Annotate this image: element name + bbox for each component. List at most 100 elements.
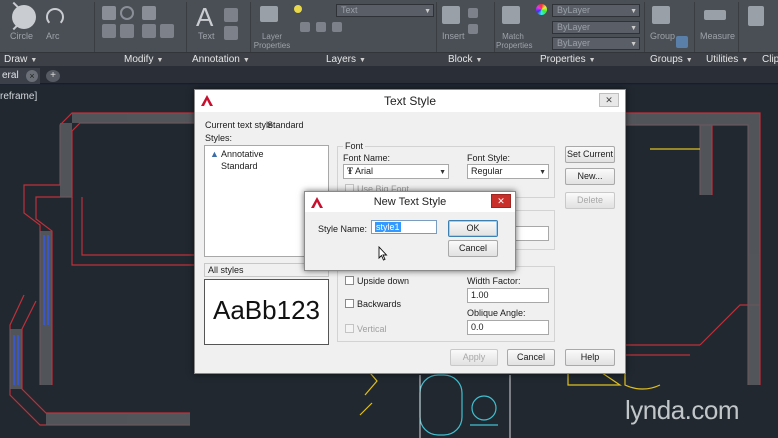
layer-tool-icon[interactable] (300, 22, 310, 32)
list-item[interactable]: Annotative (221, 149, 264, 159)
stretch-icon[interactable] (160, 24, 174, 38)
upside-down-checkbox[interactable] (345, 276, 354, 285)
text-style-titlebar[interactable]: Text Style ✕ (195, 90, 625, 112)
insert-icon[interactable] (442, 6, 460, 24)
rotate-icon[interactable] (120, 6, 134, 20)
insert-tool-label[interactable]: Insert (442, 31, 465, 41)
panel-label-layers[interactable]: Layers ▼ (326, 54, 366, 65)
new-text-style-title: New Text Style (373, 196, 447, 208)
text-style-title: Text Style (383, 94, 437, 108)
current-style-value: Standard (267, 120, 304, 130)
font-style-value: Regular (471, 166, 503, 176)
upside-down-label: Upside down (357, 276, 410, 286)
arc-icon[interactable] (46, 8, 64, 26)
current-style-label: Current text style: (205, 120, 276, 130)
layer-combo[interactable]: Text ▼ (336, 4, 434, 17)
font-name-value: Arial (355, 166, 374, 176)
linetype-combo[interactable]: ByLayer ▼ (552, 21, 640, 34)
oblique-angle-field[interactable]: 0.0 (467, 320, 549, 335)
panel-label-properties[interactable]: Properties ▼ (540, 54, 596, 65)
trim-icon[interactable] (142, 6, 156, 20)
panel-label-clip[interactable]: Clip (762, 54, 778, 65)
panel-label-utilities[interactable]: Utilities ▼ (706, 54, 748, 65)
layer-properties-label[interactable]: Layer Properties (250, 32, 294, 50)
dimension-icon[interactable] (224, 8, 238, 22)
layer-tool-icon-3[interactable] (332, 22, 342, 32)
color-wheel-icon (536, 4, 547, 15)
clipboard-icon[interactable] (748, 6, 764, 26)
drawing-tab[interactable]: eral × (0, 68, 40, 84)
color-combo[interactable]: ByLayer ▼ (552, 4, 640, 17)
viewport-label[interactable]: reframe] (0, 91, 37, 102)
chevron-down-icon: ▼ (30, 57, 38, 64)
group-tool-label[interactable]: Group (650, 31, 675, 41)
width-factor-field[interactable]: 1.00 (467, 288, 549, 303)
lynda-watermark: lynda.com (625, 395, 740, 425)
linetype-combo-value: ByLayer (557, 22, 591, 32)
new-style-cancel-button[interactable]: Cancel (448, 240, 498, 257)
new-text-style-titlebar[interactable]: New Text Style ✕ (305, 192, 515, 212)
layer-properties-icon[interactable] (260, 6, 278, 22)
copy-icon[interactable] (102, 24, 116, 38)
cancel-button[interactable]: Cancel (507, 349, 555, 366)
chevron-down-icon: ▼ (359, 57, 366, 64)
lineweight-combo[interactable]: ByLayer ▼ (552, 37, 640, 50)
chevron-down-icon: ▼ (439, 169, 446, 176)
panel-label-modify[interactable]: Modify ▼ (124, 54, 163, 65)
panel-label-annotation[interactable]: Annotation ▼ (192, 54, 250, 65)
chevron-down-icon: ▼ (630, 25, 637, 32)
measure-tool-label[interactable]: Measure (700, 31, 735, 41)
layer-tool-icon-2[interactable] (316, 22, 326, 32)
new-tab-button[interactable]: + (46, 70, 60, 82)
style-name-input[interactable]: style1 (371, 220, 437, 234)
font-style-combo[interactable]: Regular ▼ (467, 164, 549, 179)
delete-style-button[interactable]: Delete (565, 192, 615, 209)
panel-label-groups[interactable]: Groups ▼ (650, 54, 693, 65)
block-tool-icon-2[interactable] (468, 24, 478, 34)
chevron-down-icon: ▼ (242, 57, 250, 64)
styles-label: Styles: (205, 133, 233, 143)
close-icon[interactable]: ✕ (491, 194, 511, 208)
close-icon[interactable]: × (26, 70, 38, 82)
font-name-combo[interactable]: Ŧ Arial ▼ (343, 164, 449, 179)
match-properties-icon[interactable] (502, 6, 520, 24)
style-name-label: Style Name: (318, 224, 368, 234)
lineweight-combo-value: ByLayer (557, 38, 591, 48)
help-button[interactable]: Help (565, 349, 615, 366)
chevron-down-icon: ▼ (424, 8, 431, 15)
mouse-cursor-icon (378, 246, 388, 261)
panel-label-block[interactable]: Block ▼ (448, 54, 482, 65)
oblique-angle-label: Oblique Angle: (467, 308, 526, 318)
text-tool-label[interactable]: Text (198, 31, 215, 41)
set-current-button[interactable]: Set Current (565, 146, 615, 163)
panel-label-draw[interactable]: Draw ▼ (4, 54, 37, 65)
ok-button[interactable]: OK (448, 220, 498, 237)
group-edit-icon[interactable] (676, 36, 688, 48)
table-icon[interactable] (224, 26, 238, 40)
backwards-label: Backwards (357, 299, 402, 309)
style-name-value: style1 (375, 222, 401, 232)
color-combo-value: ByLayer (557, 5, 591, 15)
backwards-checkbox[interactable] (345, 299, 354, 308)
close-icon[interactable]: ✕ (599, 93, 619, 107)
circle-tool-label[interactable]: Circle (10, 31, 33, 41)
fillet-icon[interactable] (142, 24, 156, 38)
match-properties-label[interactable]: Match Properties (496, 32, 532, 50)
apply-button[interactable]: Apply (450, 349, 498, 366)
move-icon[interactable] (102, 6, 116, 20)
new-style-button[interactable]: New... (565, 168, 615, 185)
vertical-checkbox[interactable] (345, 324, 354, 333)
width-factor-value: 1.00 (471, 290, 489, 300)
text-icon[interactable]: A (196, 2, 213, 33)
mirror-icon[interactable] (120, 24, 134, 38)
preview-box: AaBb123 (204, 279, 329, 345)
measure-icon[interactable] (704, 10, 726, 20)
chevron-down-icon: ▼ (156, 57, 164, 64)
oblique-angle-value: 0.0 (471, 322, 484, 332)
layer-bulb-icon[interactable] (294, 5, 302, 13)
arc-tool-label[interactable]: Arc (46, 31, 60, 41)
list-item[interactable]: Standard (221, 161, 258, 171)
group-icon[interactable] (652, 6, 670, 24)
circle-icon[interactable] (12, 5, 36, 29)
block-tool-icon[interactable] (468, 8, 478, 18)
